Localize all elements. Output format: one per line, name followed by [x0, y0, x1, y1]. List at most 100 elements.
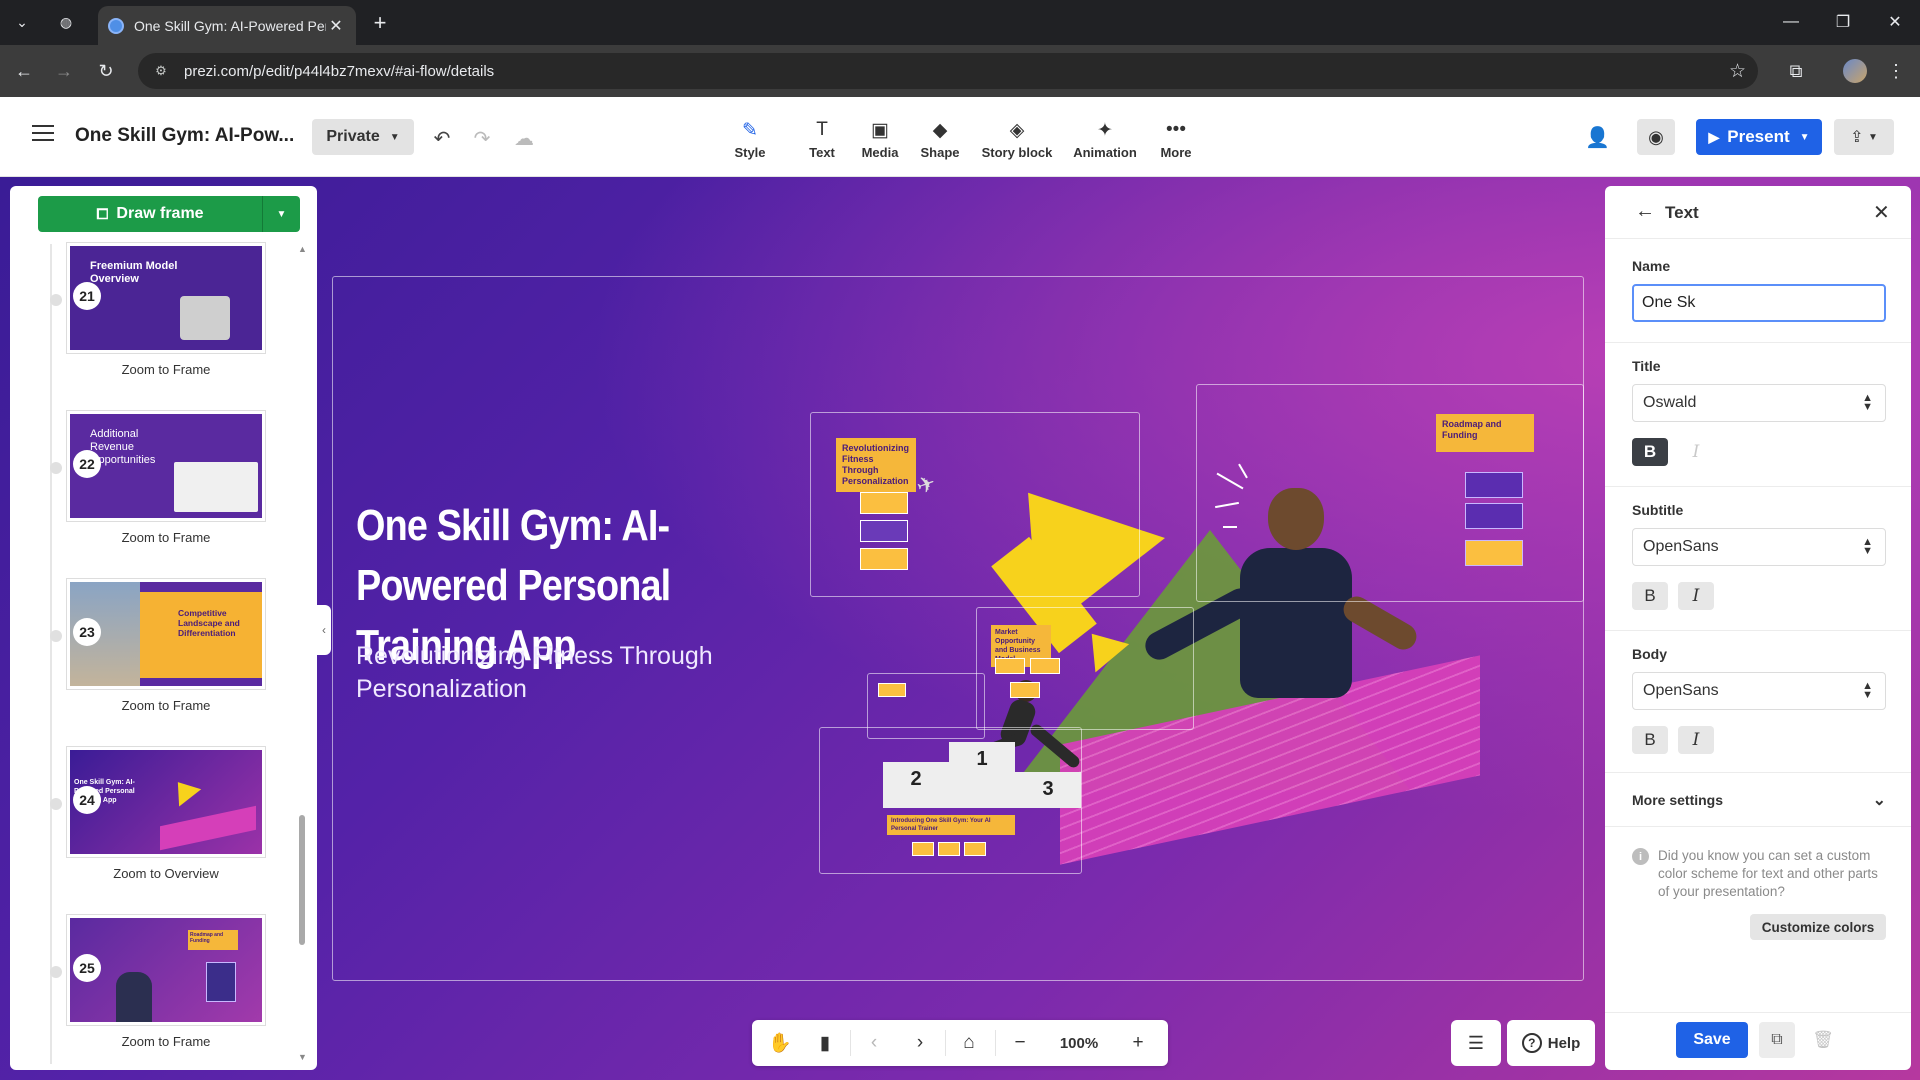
frame-timeline-line: [50, 244, 52, 1064]
body-font-value: OpenSans: [1643, 682, 1719, 699]
frame-list-item[interactable]: Competitive Landscape and Differentiatio…: [50, 578, 266, 713]
forward-icon[interactable]: →: [50, 57, 78, 85]
tool-label: Text: [809, 145, 835, 160]
mouse-icon[interactable]: ▮: [807, 1020, 843, 1066]
tab-group-icon[interactable]: ◍: [52, 8, 80, 36]
shape-tool[interactable]: ◆ Shape: [920, 117, 960, 167]
notes-button[interactable]: ☰: [1451, 1020, 1501, 1066]
chevron-down-icon: ⌄: [1872, 792, 1886, 809]
slide-subtitle-text[interactable]: Revolutionizing Fitness Through Personal…: [356, 640, 776, 706]
text-settings-panel: ← Text ✕ Name Title Oswald ▲▼ B I Subtit…: [1605, 186, 1911, 1070]
export-icon: ⇪: [1850, 129, 1864, 146]
site-settings-icon[interactable]: ⚙: [152, 62, 170, 80]
home-icon[interactable]: ⌂: [950, 1020, 988, 1066]
more-tool[interactable]: ••• More: [1158, 117, 1194, 167]
zoom-level[interactable]: 100%: [1042, 1020, 1116, 1066]
zoom-to-overview-link[interactable]: Zoom to Overview: [66, 866, 266, 881]
previous-icon[interactable]: ‹: [856, 1020, 892, 1066]
zoom-to-frame-link[interactable]: Zoom to Frame: [66, 698, 266, 713]
draw-frame-dropdown[interactable]: ▼: [262, 196, 300, 232]
media-tool[interactable]: ▣ Media: [860, 117, 900, 167]
frames-scrollbar[interactable]: ▲ ▼: [298, 240, 307, 1062]
trash-icon[interactable]: 🗑: [1805, 1022, 1841, 1058]
present-button[interactable]: ▶ Present ▼: [1696, 119, 1822, 155]
save-button[interactable]: Save: [1676, 1022, 1748, 1058]
timeline-dot: [50, 294, 62, 306]
zoom-in-icon[interactable]: +: [1118, 1020, 1158, 1066]
undo-icon[interactable]: ↶: [428, 125, 456, 151]
document-title[interactable]: One Skill Gym: AI-Pow...: [75, 125, 294, 147]
extensions-icon[interactable]: ⧉: [1782, 57, 1810, 85]
style-tool[interactable]: ✎ Style: [730, 117, 770, 167]
subtitle-italic-button[interactable]: I: [1678, 582, 1714, 610]
privacy-dropdown[interactable]: Private ▼: [312, 119, 414, 155]
frame-list-item[interactable]: One Skill Gym: AI-Powered Personal Train…: [50, 746, 266, 881]
body-bold-button[interactable]: B: [1632, 726, 1668, 754]
next-icon[interactable]: ›: [902, 1020, 938, 1066]
bookmark-star-icon[interactable]: ☆: [1729, 60, 1746, 83]
back-arrow-icon[interactable]: ←: [1635, 200, 1655, 223]
text-tool[interactable]: T Text: [804, 117, 840, 167]
mini-card: [964, 842, 986, 856]
zoom-to-frame-link[interactable]: Zoom to Frame: [66, 362, 266, 377]
collapse-sidebar-button[interactable]: ‹: [317, 605, 331, 655]
browser-menu-icon[interactable]: ⋮: [1882, 57, 1910, 85]
zoom-to-frame-link[interactable]: Zoom to Frame: [66, 1034, 266, 1049]
mini-card: [1465, 540, 1523, 566]
restore-icon[interactable]: ❐: [1820, 6, 1866, 38]
preview-eye-icon[interactable]: ◉: [1637, 119, 1675, 155]
tool-label: More: [1160, 145, 1192, 160]
story-block-tool[interactable]: ◈ Story block: [980, 117, 1054, 167]
body-font-select[interactable]: OpenSans ▲ ▼: [1632, 672, 1886, 710]
frame-number-badge: 23: [73, 618, 101, 646]
scroll-down-icon[interactable]: ▼: [298, 1052, 307, 1062]
new-tab-icon[interactable]: +: [366, 9, 394, 37]
subtitle-bold-button[interactable]: B: [1632, 582, 1668, 610]
scroll-up-icon[interactable]: ▲: [298, 244, 307, 254]
export-button[interactable]: ⇪ ▼: [1834, 119, 1894, 155]
draw-frame-button[interactable]: ⧠ Draw frame: [38, 196, 262, 232]
editor-toolbar: One Skill Gym: AI-Pow... Private ▼ ↶ ↷ ☁…: [0, 97, 1920, 177]
tag-revolutionizing: Revolutionizing Fitness Through Personal…: [836, 438, 916, 492]
thumbnail-title: Additional Revenue Opportunities: [90, 428, 156, 466]
divider: [1605, 772, 1911, 773]
tab-close-icon[interactable]: ✕: [326, 16, 346, 36]
timeline-dot: [50, 798, 62, 810]
tool-label: Style: [734, 145, 766, 160]
redo-icon[interactable]: ↷: [468, 125, 496, 151]
zoom-out-icon[interactable]: −: [1002, 1020, 1038, 1066]
menu-icon[interactable]: [32, 125, 54, 143]
title-bold-button[interactable]: B: [1632, 438, 1668, 466]
profile-avatar[interactable]: [1843, 59, 1867, 83]
frame-list-item[interactable]: Additional Revenue Opportunities 22 Zoom…: [50, 410, 266, 545]
zoom-to-frame-link[interactable]: Zoom to Frame: [66, 530, 266, 545]
scrollbar-thumb[interactable]: [299, 815, 305, 945]
reload-icon[interactable]: ↻: [92, 57, 120, 85]
customize-colors-button[interactable]: Customize colors: [1750, 914, 1886, 940]
mini-card: [938, 842, 960, 856]
url-field[interactable]: ⚙ prezi.com/p/edit/p44l4bz7mexv/#ai-flow…: [138, 53, 1758, 89]
tab-search-icon[interactable]: ⌄: [8, 8, 36, 36]
divider: [1605, 342, 1911, 343]
title-font-select[interactable]: Oswald ▲ ▼: [1632, 384, 1886, 422]
help-button[interactable]: ? Help: [1507, 1020, 1595, 1066]
more-settings-toggle[interactable]: More settings ⌄: [1632, 792, 1886, 809]
chevron-left-icon: ‹: [322, 623, 326, 637]
divider: [995, 1030, 996, 1056]
name-input[interactable]: [1632, 284, 1886, 322]
window-close-icon[interactable]: ✕: [1872, 6, 1918, 38]
title-italic-button[interactable]: I: [1678, 438, 1714, 466]
close-icon[interactable]: ✕: [1873, 200, 1890, 225]
hand-tool-icon[interactable]: ✋: [762, 1020, 798, 1066]
browser-tab[interactable]: One Skill Gym: AI-Powered Pers ✕: [98, 6, 356, 45]
duplicate-icon[interactable]: ⧉: [1759, 1022, 1795, 1058]
frame-list-item[interactable]: Freemium Model Overview 21 Zoom to Frame: [50, 242, 266, 377]
subtitle-font-select[interactable]: OpenSans ▲ ▼: [1632, 528, 1886, 566]
add-collaborator-icon[interactable]: 👤: [1585, 125, 1610, 150]
back-icon[interactable]: ←: [10, 57, 38, 85]
body-italic-button[interactable]: I: [1678, 726, 1714, 754]
animation-tool[interactable]: ✦ Animation: [1072, 117, 1138, 167]
frame-list-item[interactable]: Roadmap and Funding 25 Zoom to Frame: [50, 914, 266, 1049]
prezi-favicon-icon: [108, 17, 124, 34]
minimize-icon[interactable]: —: [1768, 6, 1814, 38]
